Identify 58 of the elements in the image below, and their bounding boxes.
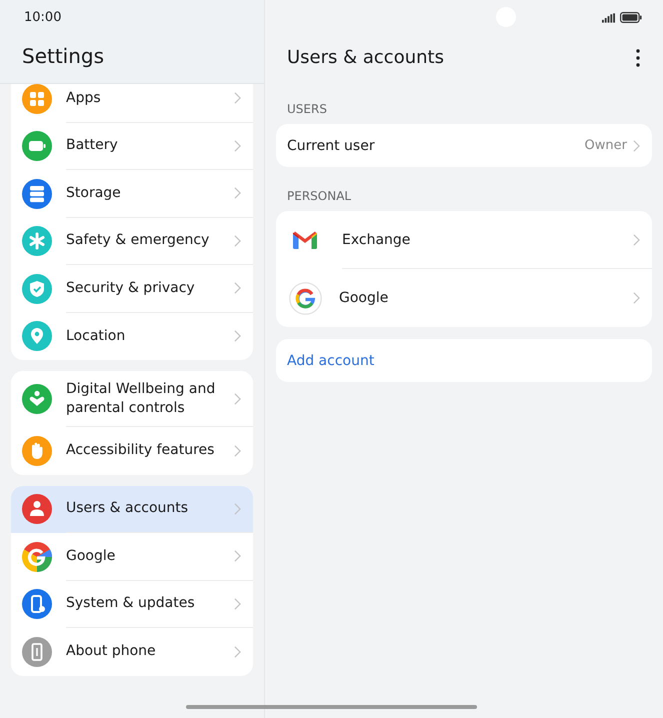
item-label: Google bbox=[66, 546, 116, 566]
chevron-icon bbox=[633, 140, 640, 152]
chevron-icon bbox=[234, 646, 241, 658]
settings-item[interactable]: About phone bbox=[11, 628, 253, 676]
battery-icon bbox=[620, 12, 642, 23]
item-label: Apps bbox=[66, 88, 102, 108]
item-label: Google bbox=[339, 290, 390, 306]
chevron-icon bbox=[234, 330, 241, 342]
settings-item[interactable]: Battery bbox=[11, 122, 253, 170]
chevron-icon bbox=[234, 502, 241, 515]
settings-item[interactable]: Google bbox=[11, 533, 253, 580]
status-time: 10:00 bbox=[24, 10, 62, 25]
chevron-icon bbox=[234, 140, 241, 152]
item-label: Security & privacy bbox=[66, 278, 196, 298]
chevron-icon bbox=[234, 187, 241, 200]
google-icon bbox=[22, 542, 52, 572]
settings-item[interactable]: Safety & emergency bbox=[11, 218, 253, 265]
item-label: Current user bbox=[287, 138, 376, 154]
item-label: Location bbox=[66, 326, 126, 346]
item-label: Digital Wellbeing and parental controls bbox=[66, 380, 216, 418]
detail-title: Users & accounts bbox=[287, 47, 444, 68]
item-label: System & updates bbox=[66, 594, 196, 614]
more-icon[interactable] bbox=[636, 48, 640, 66]
chevron-icon bbox=[234, 598, 241, 610]
item-label: Safety & emergency bbox=[66, 231, 210, 250]
section-heading: PERSONAL bbox=[286, 188, 352, 205]
item-label: Accessibility features bbox=[66, 441, 216, 460]
chevron-icon bbox=[234, 234, 241, 247]
signal-icon bbox=[602, 12, 615, 22]
item-label: About phone bbox=[66, 642, 157, 662]
chevron-icon bbox=[633, 292, 640, 304]
chevron-icon bbox=[234, 392, 241, 404]
settings-item[interactable]: Accessibility features bbox=[11, 427, 253, 474]
item-value: Owner bbox=[584, 138, 627, 153]
chevron-icon bbox=[234, 550, 241, 562]
chevron-icon bbox=[234, 282, 241, 294]
settings-item[interactable]: System & updates bbox=[11, 580, 253, 628]
chevron-icon bbox=[234, 444, 241, 457]
google-icon bbox=[289, 282, 322, 314]
account-item[interactable]: Current user Owner bbox=[276, 124, 652, 167]
gmail-icon bbox=[293, 231, 317, 249]
settings-item[interactable]: Location bbox=[11, 312, 253, 360]
item-label: Exchange bbox=[342, 232, 412, 248]
settings-item[interactable]: Storage bbox=[11, 170, 253, 218]
account-item[interactable]: Google bbox=[276, 269, 652, 327]
section-heading: USERS bbox=[286, 101, 328, 118]
account-item[interactable]: Exchange bbox=[276, 211, 652, 269]
add-account-link[interactable]: Add account bbox=[287, 352, 374, 368]
page-title: Settings bbox=[21, 44, 106, 68]
settings-item[interactable]: Apps bbox=[11, 84, 253, 122]
chevron-icon bbox=[633, 234, 640, 246]
settings-item[interactable]: Security & privacy bbox=[11, 265, 253, 312]
chevron-icon bbox=[234, 92, 241, 104]
settings-item[interactable]: Users & accounts bbox=[11, 486, 253, 533]
item-label: Storage bbox=[66, 184, 122, 203]
item-label: Battery bbox=[66, 136, 119, 156]
item-label: Users & accounts bbox=[66, 499, 190, 518]
settings-item[interactable]: Digital Wellbeing and parental controls bbox=[11, 371, 253, 427]
